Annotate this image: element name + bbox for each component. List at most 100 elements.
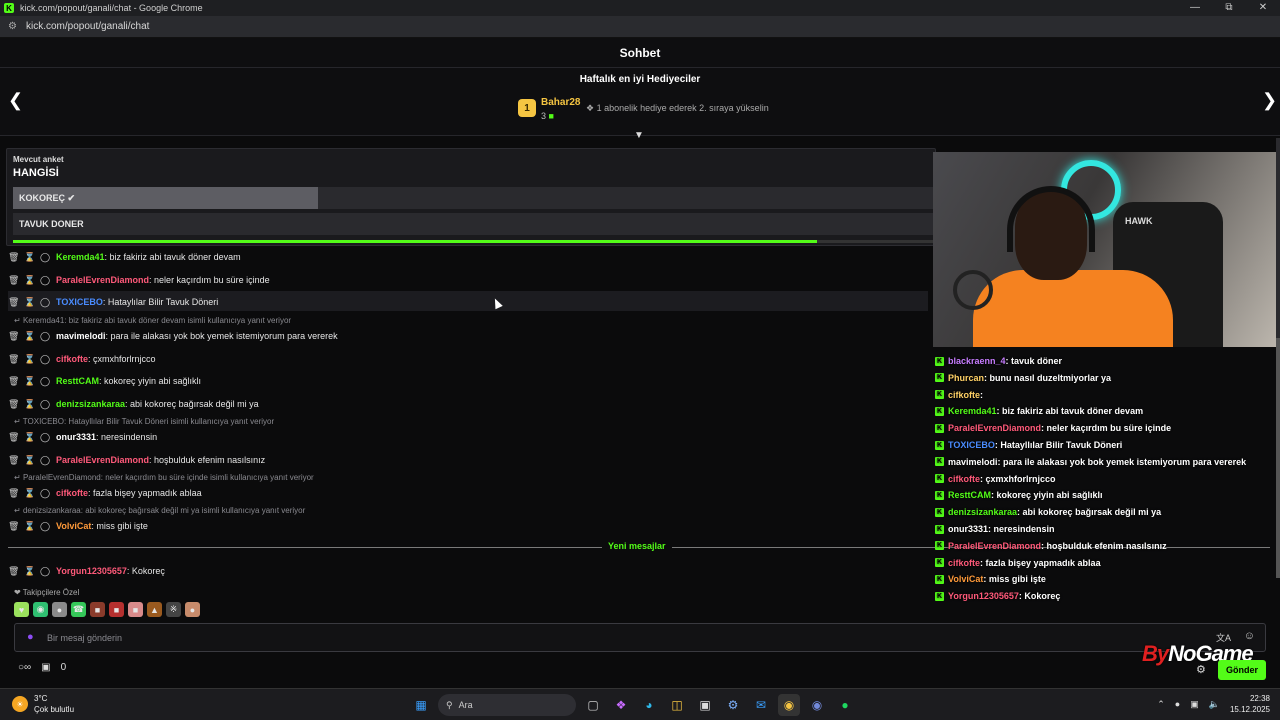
trash-icon[interactable]: 🗑 xyxy=(8,252,19,263)
windows-start-icon[interactable]: ▦ xyxy=(410,694,432,716)
mic-tray-icon[interactable]: ● xyxy=(1175,699,1180,709)
trash-icon[interactable]: 🗑 xyxy=(8,297,19,308)
ban-shield-icon[interactable]: ◯ xyxy=(40,354,50,365)
chat-message[interactable]: 🗑 ⌛ ◯ onur3331: neresindensin xyxy=(8,430,157,444)
ban-shield-icon[interactable]: ◯ xyxy=(40,488,50,499)
chat-message[interactable]: 🗑 ⌛ ◯ cifkofte: çxmxhforlrnjcco xyxy=(8,352,156,366)
trash-icon[interactable]: 🗑 xyxy=(8,566,19,577)
emote-icon[interactable]: ● xyxy=(52,602,67,617)
timeout-icon[interactable]: ⌛ xyxy=(24,275,35,286)
username[interactable]: mavimelodi xyxy=(56,331,106,341)
reply-context[interactable]: ↵ denizsizankaraa: abi kokoreç bağırsak … xyxy=(14,506,305,515)
ban-shield-icon[interactable]: ◯ xyxy=(40,275,50,286)
file-explorer-icon[interactable]: ◫ xyxy=(666,694,688,716)
gift-store-icon[interactable]: ▣ xyxy=(41,662,50,673)
chevron-left-icon[interactable]: ❮ xyxy=(8,90,23,111)
trash-icon[interactable]: 🗑 xyxy=(8,399,19,410)
ban-shield-icon[interactable]: ◯ xyxy=(40,432,50,443)
clock[interactable]: 22:38 15.12.2025 xyxy=(1230,693,1270,715)
ban-shield-icon[interactable]: ◯ xyxy=(40,399,50,410)
username[interactable]: cifkofte xyxy=(56,488,88,498)
chat-message[interactable]: 🗑 ⌛ ◯ ParalelEvrenDiamond: neler kaçırdım b… xyxy=(8,273,270,287)
timeout-icon[interactable]: ⌛ xyxy=(24,354,35,365)
username[interactable]: ParalelEvrenDiamond xyxy=(56,275,149,285)
task-view-icon[interactable]: ▢ xyxy=(582,694,604,716)
chat-scrollbar[interactable] xyxy=(1276,138,1280,578)
username[interactable]: denizsizankaraa xyxy=(56,399,125,409)
chat-message[interactable]: 🗑 ⌛ ◯ ParalelEvrenDiamond: hoşbulduk efenim… xyxy=(8,453,265,467)
reply-context[interactable]: ↵ TOXICEBO: Hatayllılar Bilir Tavuk Döne… xyxy=(14,417,274,426)
reply-context[interactable]: ↵ Keremda41: biz fakiriz abi tavuk döner… xyxy=(14,316,291,325)
poll-option[interactable]: KOKOREÇ ✔ xyxy=(13,187,937,209)
ban-shield-icon[interactable]: ◯ xyxy=(40,376,50,387)
chat-message[interactable]: 🗑 ⌛ ◯ TOXICEBO: Hataylılar Bilir Tavuk Döne… xyxy=(8,295,218,309)
message-input-box[interactable]: ● 文A ☺ xyxy=(14,623,1266,652)
trash-icon[interactable]: 🗑 xyxy=(8,376,19,387)
username[interactable]: VolviCat xyxy=(56,521,91,531)
username[interactable]: onur3331 xyxy=(56,432,96,442)
mic-icon[interactable]: ● xyxy=(27,631,34,643)
username[interactable]: Yorgun12305657 xyxy=(56,566,127,576)
weather-widget[interactable]: ☀ 3°C Çok bulutlu xyxy=(12,693,74,715)
emote-icon[interactable]: ■ xyxy=(90,602,105,617)
chevron-right-icon[interactable]: ❯ xyxy=(1262,90,1277,111)
timeout-icon[interactable]: ⌛ xyxy=(24,432,35,443)
site-settings-icon[interactable]: ⚙ xyxy=(8,21,20,32)
trash-icon[interactable]: 🗑 xyxy=(8,354,19,365)
discord-icon[interactable]: ◉ xyxy=(806,694,828,716)
send-button[interactable]: Gönder xyxy=(1218,660,1266,680)
timeout-icon[interactable]: ⌛ xyxy=(24,297,35,308)
address-bar[interactable]: ⚙ kick.com/popout/ganali/chat xyxy=(0,16,1280,38)
mail-icon[interactable]: ✉ xyxy=(750,694,772,716)
username[interactable]: ResttCAM xyxy=(56,376,99,386)
reply-context[interactable]: ↵ ParalelEvrenDiamond: neler kaçırdım bu… xyxy=(14,473,314,482)
close-icon[interactable]: ✕ xyxy=(1246,0,1280,16)
chat-message[interactable]: 🗑 ⌛ ◯ cifkofte: fazla bişey yapmadık ablaa xyxy=(8,486,202,500)
timeout-icon[interactable]: ⌛ xyxy=(24,488,35,499)
restore-icon[interactable]: ⧉ xyxy=(1212,0,1246,16)
emote-icon[interactable]: ■ xyxy=(128,602,143,617)
username[interactable]: cifkofte xyxy=(56,354,88,364)
chat-message[interactable]: 🗑 ⌛ ◯ Keremda41: biz fakiriz abi tavuk döne… xyxy=(8,250,241,264)
timeout-icon[interactable]: ⌛ xyxy=(24,521,35,532)
edge-icon[interactable]: ◕ xyxy=(638,694,660,716)
network-icon[interactable]: ▣ xyxy=(1190,699,1199,710)
trash-icon[interactable]: 🗑 xyxy=(8,275,19,286)
ban-shield-icon[interactable]: ◯ xyxy=(40,521,50,532)
trash-icon[interactable]: 🗑 xyxy=(8,455,19,466)
taskbar-search[interactable]: ⚲ Ara xyxy=(438,694,576,716)
ban-shield-icon[interactable]: ◯ xyxy=(40,297,50,308)
chat-message[interactable]: 🗑 ⌛ ◯ ResttCAM: kokoreç yiyin abi sağlıklı xyxy=(8,374,201,388)
steam-icon[interactable]: ⚙ xyxy=(722,694,744,716)
trash-icon[interactable]: 🗑 xyxy=(8,521,19,532)
timeout-icon[interactable]: ⌛ xyxy=(24,455,35,466)
chat-message[interactable]: 🗑 ⌛ ◯ VolviCat: miss gibi işte xyxy=(8,519,148,533)
ban-shield-icon[interactable]: ◯ xyxy=(40,331,50,342)
chevron-up-icon[interactable]: ⌃ xyxy=(1157,699,1165,710)
volume-icon[interactable]: 🔈 xyxy=(1209,699,1220,710)
minimize-icon[interactable]: — xyxy=(1178,0,1212,16)
timeout-icon[interactable]: ⌛ xyxy=(24,252,35,263)
copilot-icon[interactable]: ❖ xyxy=(610,694,632,716)
trash-icon[interactable]: 🗑 xyxy=(8,432,19,443)
emote-icon[interactable]: ◉ xyxy=(33,602,48,617)
timeout-icon[interactable]: ⌛ xyxy=(24,331,35,342)
scrollbar-thumb[interactable] xyxy=(1276,338,1280,578)
trash-icon[interactable]: 🗑 xyxy=(8,488,19,499)
emote-icon[interactable]: ☎ xyxy=(71,602,86,617)
poll-option[interactable]: TAVUK DONER xyxy=(13,213,937,235)
ban-shield-icon[interactable]: ◯ xyxy=(40,455,50,466)
infinity-icon[interactable]: ○∞ xyxy=(18,662,31,673)
username[interactable]: ParalelEvrenDiamond xyxy=(56,455,149,465)
ban-shield-icon[interactable]: ◯ xyxy=(40,252,50,263)
emote-heart-icon[interactable]: ♥ xyxy=(14,602,29,617)
spotify-icon[interactable]: ● xyxy=(834,694,856,716)
emote-icon[interactable]: ■ xyxy=(109,602,124,617)
trash-icon[interactable]: 🗑 xyxy=(8,331,19,342)
chat-message[interactable]: 🗑 ⌛ ◯ denizsizankaraa: abi kokoreç bağırsak… xyxy=(8,397,259,411)
timeout-icon[interactable]: ⌛ xyxy=(24,566,35,577)
gifter-name[interactable]: Bahar28 xyxy=(541,97,580,108)
expand-icon[interactable]: ▼ xyxy=(634,130,644,141)
username[interactable]: TOXICEBO xyxy=(56,297,103,307)
chat-message[interactable]: 🗑 ⌛ ◯ Yorgun12305657: Kokoreç xyxy=(8,564,165,578)
